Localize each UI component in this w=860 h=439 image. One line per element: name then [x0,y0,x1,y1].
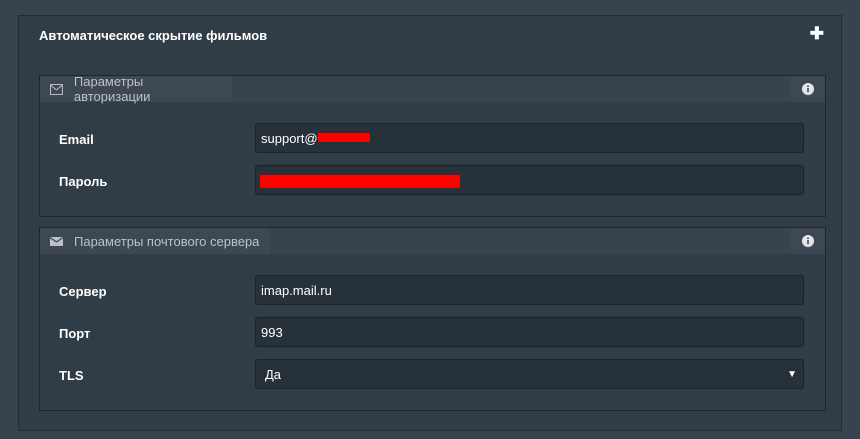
envelope-outline-icon [50,83,63,95]
auth-section-title: Параметры авторизации [73,74,151,104]
email-redaction [318,133,370,142]
email-field[interactable]: support@ [255,123,804,153]
plus-icon[interactable]: ✚ [810,25,824,42]
info-icon [802,235,814,247]
password-field[interactable] [255,165,804,195]
panel-title: Автоматическое скрытие фильмов [39,28,268,43]
server-label: Сервер [59,284,107,299]
envelope-icon [50,236,63,246]
auth-info-button[interactable] [791,76,825,102]
caret-down-icon: ▼ [787,369,797,380]
port-field[interactable]: 993 [255,317,804,347]
password-redaction [260,175,460,188]
email-label: Email [59,132,94,147]
tls-label: TLS [59,368,84,383]
mail-section-tab: Параметры почтового сервера [40,228,270,254]
tls-select[interactable]: Да ▼ [255,359,804,389]
port-value: 993 [261,324,283,340]
password-label: Пароль [59,174,108,189]
mail-section-title: Параметры почтового сервера [74,233,260,249]
mail-info-button[interactable] [791,228,825,254]
email-value: support@ [261,130,318,146]
auth-section-header: Параметры авторизации [40,74,825,104]
server-value: imap.mail.ru [261,282,332,298]
tls-selected-value: Да [265,366,282,382]
panel-header: Автоматическое скрытие фильмов ✚ [19,16,841,56]
port-label: Порт [59,326,91,341]
mail-section-header: Параметры почтового сервера [40,228,825,254]
auto-hide-movies-panel: Автоматическое скрытие фильмов ✚ Парамет… [18,15,842,431]
info-icon [802,83,814,95]
server-field[interactable]: imap.mail.ru [255,275,804,305]
mail-server-section: Параметры почтового сервера Сервер imap.… [39,227,826,411]
auth-settings-section: Параметры авторизации Email support@ Пар… [39,74,826,217]
auth-section-tab: Параметры авторизации [40,74,232,104]
